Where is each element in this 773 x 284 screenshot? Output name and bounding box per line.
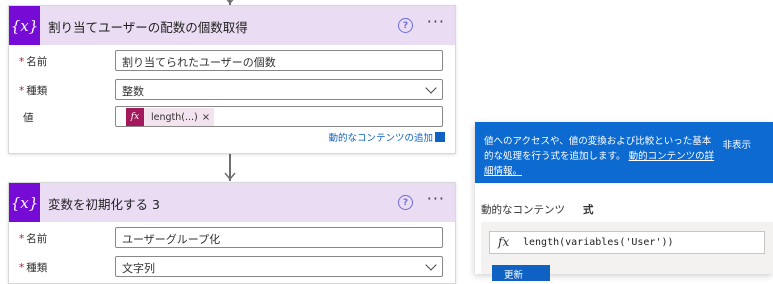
card-title[interactable]: 変数を初期化する 3 bbox=[48, 194, 160, 213]
dynamic-content-icon[interactable] bbox=[435, 132, 445, 142]
name-input[interactable]: 割り当てられたユーザーの個数 bbox=[115, 50, 443, 71]
required-marker: * bbox=[19, 233, 25, 245]
panel-info-banner: 値へのアクセスや、値の変換および比較といった基本的な処理を行う式を追加します。 … bbox=[475, 122, 773, 183]
required-marker: * bbox=[19, 262, 25, 274]
name-input[interactable]: ユーザーグループ化 bbox=[115, 227, 443, 248]
name-label: * 名前 bbox=[19, 54, 47, 69]
type-row: * 種類 整数 bbox=[9, 79, 455, 103]
name-label: * 名前 bbox=[19, 231, 47, 246]
type-label-text: 種類 bbox=[26, 262, 48, 274]
panel-description: 値へのアクセスや、値の変換および比較といった基本的な処理を行う式を追加します。 … bbox=[484, 134, 717, 179]
hide-link[interactable]: 非表示 bbox=[722, 137, 751, 151]
function-icon: fx bbox=[498, 235, 510, 249]
value-input[interactable]: fx length(...) × bbox=[115, 106, 443, 127]
value-row: 値 fx length(...) × bbox=[9, 106, 455, 130]
help-icon[interactable]: ? bbox=[398, 195, 413, 210]
action-card-initialize-variable-3: {x} 変数を初期化する 3 ? ··· * 名前 ユーザーグループ化 * 種類 文… bbox=[8, 182, 456, 284]
function-icon: fx bbox=[126, 108, 144, 126]
chevron-down-icon bbox=[425, 259, 437, 271]
value-label: 値 bbox=[23, 112, 34, 124]
type-select-value: 整数 bbox=[122, 85, 144, 98]
type-select[interactable]: 整数 bbox=[115, 79, 443, 100]
expression-editor-area: fx length(variables('User')) 更新 bbox=[481, 222, 773, 281]
more-options-icon[interactable]: ··· bbox=[427, 189, 445, 208]
card-title[interactable]: 割り当てユーザーの配数の個数取得 bbox=[48, 17, 248, 36]
name-label-text: 名前 bbox=[26, 56, 48, 68]
add-dynamic-content-link[interactable]: 動的なコンテンツの追加 bbox=[328, 130, 433, 144]
variable-icon: {x} bbox=[9, 6, 40, 45]
expression-token[interactable]: fx length(...) × bbox=[126, 108, 215, 126]
token-remove-icon[interactable]: × bbox=[202, 112, 214, 123]
tab-expression[interactable]: 式 bbox=[583, 202, 594, 217]
action-card-get-assigned-user-count: {x} 割り当てユーザーの配数の個数取得 ? ··· * 名前 割り当てられたユー… bbox=[8, 5, 456, 154]
tab-dynamic-content[interactable]: 動的なコンテンツ bbox=[481, 202, 565, 217]
token-label: length(...) bbox=[151, 111, 198, 123]
required-marker: * bbox=[19, 85, 25, 97]
expression-panel: 値へのアクセスや、値の変換および比較といった基本的な処理を行う式を追加します。 … bbox=[475, 122, 773, 281]
card-header[interactable]: {x} 割り当てユーザーの配数の個数取得 ? ··· bbox=[9, 6, 455, 45]
expression-input[interactable]: fx length(variables('User')) bbox=[489, 231, 765, 254]
type-label-text: 種類 bbox=[26, 85, 48, 97]
type-select-value: 文字列 bbox=[122, 262, 155, 275]
type-label: * 種類 bbox=[19, 83, 47, 98]
help-icon[interactable]: ? bbox=[398, 18, 413, 33]
expression-text: length(variables('User')) bbox=[523, 237, 674, 248]
name-label-text: 名前 bbox=[26, 233, 48, 245]
name-row: * 名前 ユーザーグループ化 bbox=[9, 227, 455, 251]
type-row: * 種類 文字列 bbox=[9, 256, 455, 280]
type-label: * 種類 bbox=[19, 260, 47, 275]
chevron-down-icon bbox=[425, 82, 437, 94]
update-button[interactable]: 更新 bbox=[492, 265, 550, 281]
more-options-icon[interactable]: ··· bbox=[427, 12, 445, 31]
variable-icon: {x} bbox=[9, 183, 40, 222]
name-row: * 名前 割り当てられたユーザーの個数 bbox=[9, 50, 455, 74]
card-header[interactable]: {x} 変数を初期化する 3 ? ··· bbox=[9, 183, 455, 222]
required-marker: * bbox=[19, 56, 25, 68]
